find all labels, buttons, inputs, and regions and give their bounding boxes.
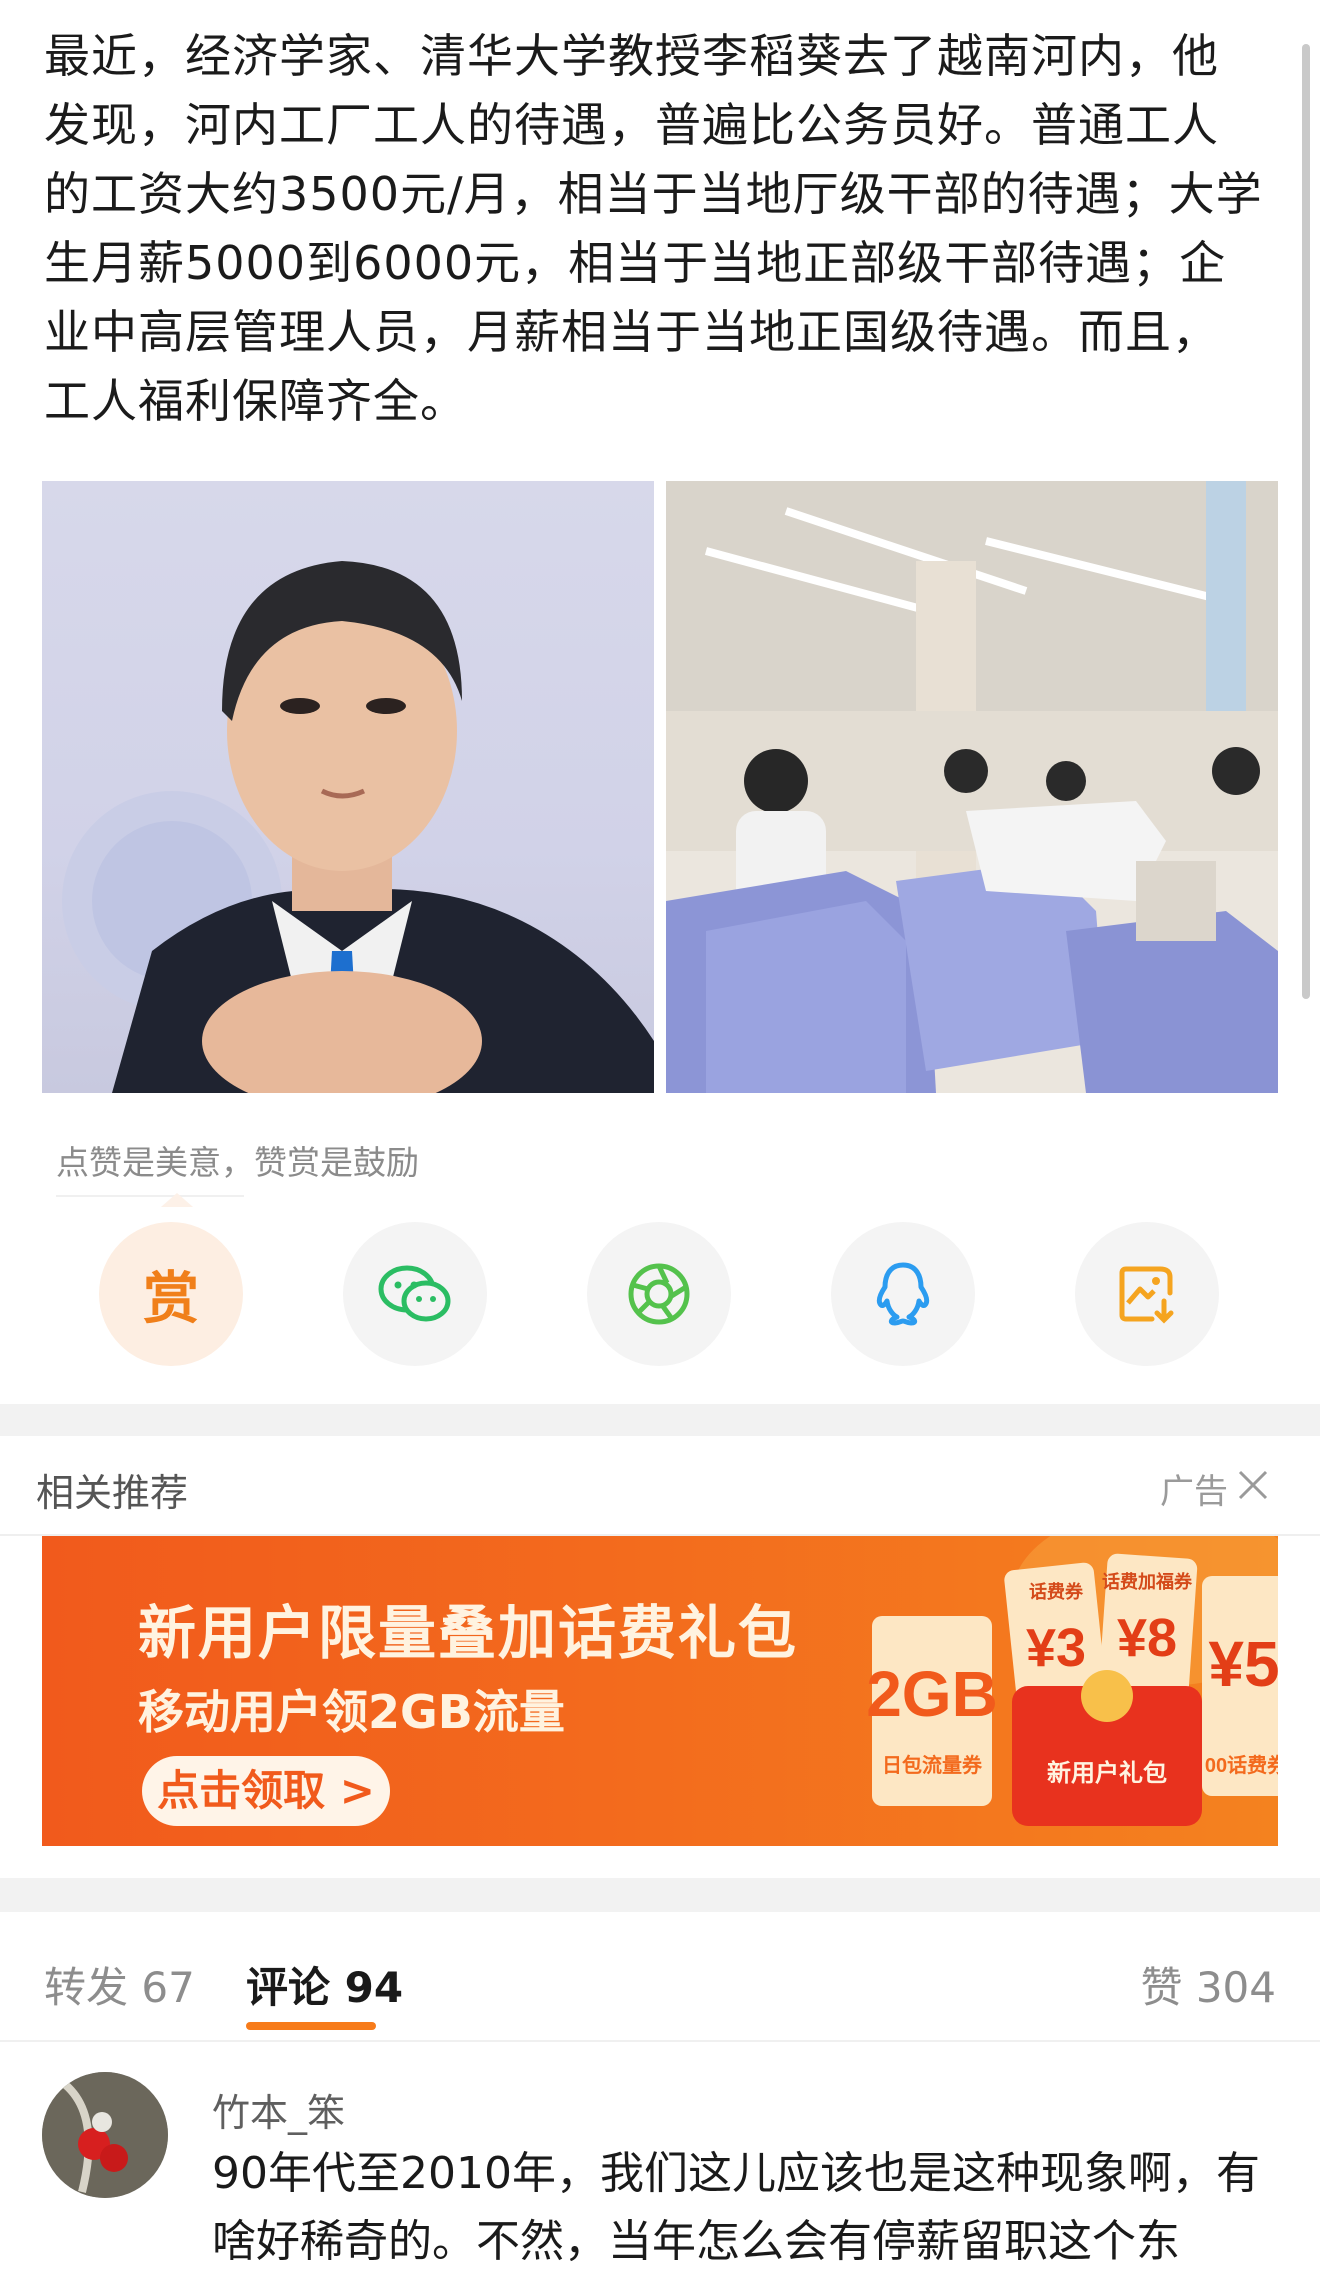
coupon-8-text: ¥8 — [1117, 1608, 1177, 1668]
reward-button[interactable]: 赏 — [99, 1222, 243, 1366]
moments-icon — [628, 1263, 690, 1325]
save-image-button[interactable] — [1075, 1222, 1219, 1366]
qq-icon — [876, 1262, 930, 1326]
share-qq-button[interactable] — [831, 1222, 975, 1366]
coupon-5-caption: 00话费券 — [1205, 1753, 1278, 1777]
share-wechat-button[interactable] — [343, 1222, 487, 1366]
ad-banner[interactable]: 新用户限量叠加话费礼包 移动用户领2GB流量 点击领取 > 2GB 日包流量券 … — [42, 1536, 1278, 1846]
post-image-portrait[interactable] — [42, 481, 654, 1093]
section-gap — [0, 1404, 1320, 1436]
reward-icon: 赏 — [143, 1266, 199, 1332]
interaction-tabs: 转发 67 评论 94 赞 304 — [0, 1912, 1320, 2042]
divider — [56, 1195, 244, 1197]
coupon-tag-2: 话费加福券 — [1102, 1571, 1193, 1592]
coupon-5-text: ¥5 — [1208, 1628, 1278, 1700]
reward-tip: 点赞是美意，赞赏是鼓励 — [56, 1143, 419, 1182]
banner-headline: 新用户限量叠加话费礼包 — [138, 1599, 799, 1667]
active-tab-indicator — [246, 2022, 376, 2030]
comment-text: 90年代至2010年，我们这儿应该也是这种现象啊，有啥好稀奇的。不然，当年怎么会… — [212, 2148, 1260, 2267]
tab-repost[interactable]: 转发 67 — [44, 1954, 195, 2015]
banner-subline: 移动用户领2GB流量 — [138, 1685, 565, 1739]
tip-pointer — [161, 1193, 193, 1207]
save-image-icon — [1119, 1266, 1174, 1324]
coupon-2gb-text: 2GB — [866, 1658, 998, 1730]
portrait-illustration — [62, 561, 654, 1093]
recommend-title: 相关推荐 — [36, 1471, 189, 1515]
coupon-3-text: ¥3 — [1026, 1618, 1086, 1678]
share-row: 赏 — [0, 1222, 1320, 1366]
avatar-image — [42, 2072, 168, 2198]
factory-illustration — [666, 481, 1278, 1093]
close-icon[interactable] — [1234, 1466, 1272, 1504]
comment-username[interactable]: 竹本_笨 — [212, 2082, 345, 2137]
post-image-factory[interactable] — [666, 481, 1278, 1093]
scrollbar[interactable] — [1302, 44, 1310, 999]
post-images — [42, 481, 1278, 1093]
tab-like[interactable]: 赞 304 — [1140, 1954, 1276, 2015]
section-gap — [0, 1878, 1320, 1912]
avatar[interactable] — [42, 2072, 168, 2198]
coupon-2gb-caption: 日包流量券 — [882, 1753, 983, 1777]
gift-label: 新用户礼包 — [1047, 1759, 1167, 1787]
coupon-illustration: 2GB 日包流量券 话费券 ¥3 话费加福券 ¥8 新用户礼包 ¥5 00话费券 — [866, 1536, 1278, 1826]
recommend-header: 相关推荐 广告 — [0, 1436, 1320, 1536]
tab-comment[interactable]: 评论 94 — [246, 1954, 403, 2015]
comment-item: 竹本_笨 90年代至2010年，我们这儿应该也是这种现象啊，有啥好稀奇的。不然，… — [0, 2044, 1320, 2275]
post-text: 最近，经济学家、清华大学教授李稻葵去了越南河内，他发现，河内工厂工人的待遇，普遍… — [44, 29, 1263, 428]
claim-button[interactable]: 点击领取 > — [142, 1756, 390, 1826]
share-moments-button[interactable] — [587, 1222, 731, 1366]
wechat-icon — [378, 1265, 451, 1322]
coupon-tag-1: 话费券 — [1029, 1581, 1084, 1602]
ad-label: 广告 — [1160, 1472, 1228, 1512]
